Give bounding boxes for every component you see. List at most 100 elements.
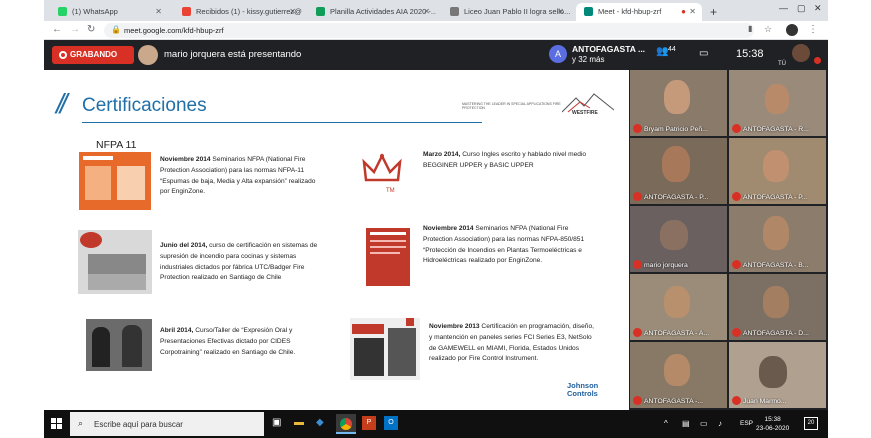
clock-time: 15:38 <box>764 416 781 423</box>
gmail-icon <box>182 7 191 16</box>
back-icon[interactable]: ← <box>52 24 62 35</box>
tab-label: Planilla Actividades AIA 2020 -... <box>330 7 436 16</box>
westfire-logo: MASTERING THE LEADER IN SPECIAL APPLICAT… <box>462 92 614 122</box>
url-text: meet.google.com/kfd-hbup-zrf <box>124 26 224 35</box>
presenter-text: mario jorquera está presentando <box>164 49 302 60</box>
cert-item: Marzo 2014, Curso Ingles escrito y habla… <box>423 150 599 172</box>
participant-name: Juan Marmo... <box>743 398 787 405</box>
forward-icon[interactable]: → <box>70 24 80 35</box>
url-input[interactable]: 🔒 meet.google.com/kfd-hbup-zrf <box>104 23 754 38</box>
participant-name: ANTOFAGASTA -... <box>644 398 704 405</box>
kitchen-system-image <box>78 230 152 294</box>
participant-tile[interactable]: Juan Marmo... <box>729 342 826 408</box>
reload-icon[interactable]: ↻ <box>87 24 95 35</box>
star-icon[interactable]: ☆ <box>764 24 772 35</box>
nfpa-label: NFPA 11 <box>96 139 137 151</box>
cert-date: Junio del 2014, <box>160 242 208 249</box>
presentation-slide: // Certificaciones NFPA 11 MASTERING THE… <box>44 70 629 410</box>
outlook-icon[interactable]: O <box>384 416 398 430</box>
powerpoint-icon[interactable]: P <box>362 416 376 430</box>
tray-up-icon[interactable]: ^ <box>664 419 668 428</box>
maximize-icon[interactable]: ▢ <box>797 3 806 14</box>
participant-name: ANTOFAGASTA - P... <box>644 194 709 201</box>
tab-liceo[interactable]: Liceo Juan Pablo II logra sello... ✕ <box>442 3 570 21</box>
close-icon[interactable]: ✕ <box>155 7 162 16</box>
menu-icon[interactable]: ⋮ <box>808 24 818 35</box>
file-explorer-icon[interactable]: ▬ <box>294 417 304 428</box>
gamewell-panel-image <box>350 318 420 380</box>
recording-label: GRABANDO <box>70 50 118 59</box>
participant-tile[interactable]: ANTOFAGASTA -... <box>630 342 727 408</box>
group-avatar: A <box>549 45 567 63</box>
camera-icon[interactable]: ▮ <box>748 24 752 33</box>
westfire-name: WESTFIRE <box>572 110 598 116</box>
battery-icon[interactable]: ▭ <box>700 419 708 428</box>
close-window-icon[interactable]: ✕ <box>814 3 822 14</box>
crown-logo-icon: TM <box>362 153 402 194</box>
cert-item: Noviembre 2013 Certificación en programa… <box>429 322 595 365</box>
participant-tile[interactable]: ANTOFAGASTA - A... <box>630 274 727 340</box>
participant-tile[interactable]: ANTOFAGASTA - B... <box>729 206 826 272</box>
new-tab-button[interactable]: + <box>704 1 724 19</box>
tab-label: Recibidos (1) - kissy.gutierrez@... <box>196 7 302 16</box>
cert-date: Abril 2014, <box>160 327 194 334</box>
cert-date: Noviembre 2014 <box>423 225 474 232</box>
participant-tile[interactable]: ANTOFAGASTA - D... <box>729 274 826 340</box>
taskbar-search-input[interactable]: ⌕ Escribe aquí para buscar <box>70 412 264 436</box>
chrome-taskbar-button[interactable] <box>336 414 356 434</box>
taskbar: ⌕ Escribe aquí para buscar ▣ ▬ ◆ P O ^ ▤… <box>44 410 828 438</box>
meet-clock: 15:38 <box>736 48 764 60</box>
notifications-icon[interactable]: 20 <box>804 417 818 430</box>
network-icon[interactable]: ▤ <box>682 419 690 428</box>
slide-title: Certificaciones <box>82 95 207 116</box>
tab-gmail[interactable]: Recibidos (1) - kissy.gutierrez@... ✕ <box>174 3 302 21</box>
participant-tile[interactable]: mario jorquera <box>630 206 727 272</box>
participant-tile[interactable]: ANTOFAGASTA - P... <box>630 138 727 204</box>
tab-label: Liceo Juan Pablo II logra sello... <box>464 7 570 16</box>
volume-icon[interactable]: ♪ <box>718 419 722 428</box>
westfire-tagline: MASTERING THE LEADER IN SPECIAL APPLICAT… <box>462 102 561 110</box>
tab-label: Meet - kfd-hbup-zrf <box>598 7 662 16</box>
cert-item: Noviembre 2014 Seminarios NFPA (National… <box>423 224 585 267</box>
close-icon[interactable]: ✕ <box>289 7 296 16</box>
participant-name: ANTOFAGASTA - A... <box>644 330 710 337</box>
participant-name: ANTOFAGASTA - B... <box>743 262 809 269</box>
task-view-icon[interactable]: ▣ <box>272 417 281 428</box>
tab-meet[interactable]: Meet - kfd-hbup-zrf ● ✕ <box>576 3 702 21</box>
johnson-controls-logo: Johnson Controls <box>567 382 598 398</box>
participant-tile[interactable]: ANTOFAGASTA - R... <box>729 70 826 136</box>
whatsapp-icon <box>58 7 67 16</box>
taskbar-clock[interactable]: 15:38 23-06-2020 <box>756 415 789 433</box>
close-icon[interactable]: ✕ <box>689 7 696 16</box>
participant-grid: Bryam Patricio Peñ... ANTOFAGASTA - R...… <box>630 70 828 410</box>
group-name: ANTOFAGASTA ... <box>572 44 646 54</box>
cert-date: Noviembre 2013 <box>429 323 480 330</box>
profile-avatar[interactable] <box>786 24 798 36</box>
tab-sheets[interactable]: Planilla Actividades AIA 2020 -... ✕ <box>308 3 436 21</box>
nfpa11-certificate-image <box>79 152 151 210</box>
address-bar-row: ← → ↻ 🔒 meet.google.com/kfd-hbup-zrf ▮ ☆… <box>44 21 828 40</box>
tab-label: (1) WhatsApp <box>72 7 118 16</box>
cert-item: Junio del 2014, curso de certificación e… <box>160 241 328 284</box>
tab-whatsapp[interactable]: (1) WhatsApp ✕ <box>50 3 168 21</box>
title-slashes: // <box>56 88 67 119</box>
windows-start-icon[interactable] <box>51 418 63 430</box>
participant-name: Bryam Patricio Peñ... <box>644 126 708 133</box>
minimize-icon[interactable]: — <box>779 3 788 13</box>
presentation-course-image <box>86 319 152 371</box>
language-indicator[interactable]: ESP <box>740 420 753 427</box>
participant-name: ANTOFAGASTA - P... <box>743 194 808 201</box>
close-icon[interactable]: ✕ <box>557 7 564 16</box>
close-icon[interactable]: ✕ <box>423 7 430 16</box>
sheets-icon <box>316 7 325 16</box>
cert-item: Noviembre 2014 Seminarios NFPA (National… <box>160 155 320 198</box>
cert-item: Abril 2014, Curso/Taller de “Expresión O… <box>160 326 320 358</box>
people-icon[interactable]: 👥 <box>656 46 668 57</box>
browser-tab-bar: (1) WhatsApp ✕ Recibidos (1) - kissy.gut… <box>44 0 828 21</box>
participant-name: ANTOFAGASTA - R... <box>743 126 809 133</box>
store-icon[interactable]: ◆ <box>316 417 324 428</box>
recording-badge[interactable]: GRABANDO <box>52 46 134 64</box>
participant-tile[interactable]: Bryam Patricio Peñ... <box>630 70 727 136</box>
chat-icon[interactable]: ▭ <box>699 48 708 59</box>
participant-tile[interactable]: ANTOFAGASTA - P... <box>729 138 826 204</box>
